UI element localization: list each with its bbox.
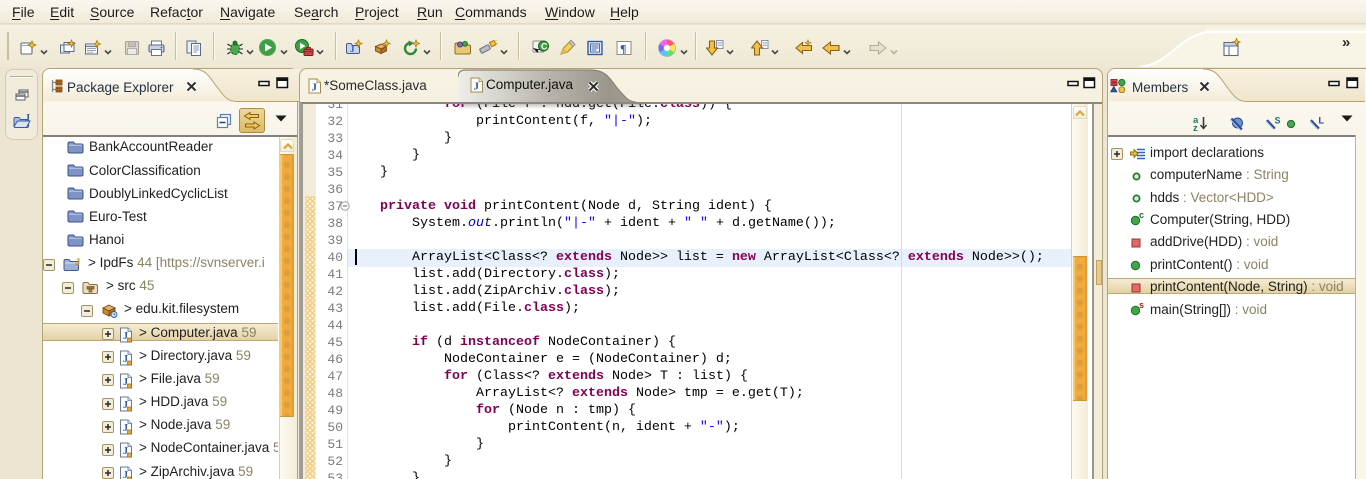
svg-text:z: z: [1193, 123, 1198, 132]
svg-text:C: C: [541, 42, 548, 52]
svg-text:L: L: [1319, 116, 1325, 126]
svg-text:J: J: [75, 257, 80, 267]
svg-text:J: J: [474, 81, 480, 93]
svg-text:J: J: [350, 44, 355, 54]
svg-text:S: S: [1275, 116, 1281, 126]
svg-text:¶: ¶: [620, 42, 626, 56]
svg-text:J: J: [25, 113, 30, 124]
svg-text:J: J: [312, 82, 318, 94]
